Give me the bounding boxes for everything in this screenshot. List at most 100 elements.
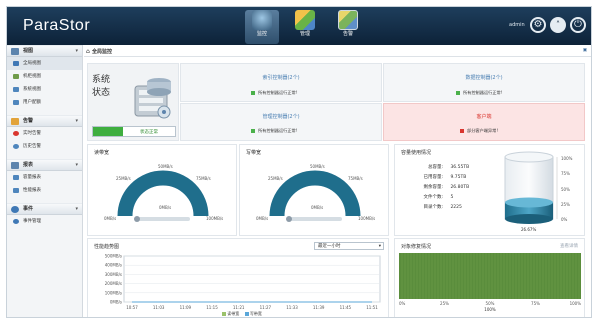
stat-row: 总容量: 36.55TB xyxy=(405,163,483,173)
chevron-up-icon[interactable]: ˄ xyxy=(550,17,566,33)
view-item-icon xyxy=(13,100,19,105)
index-controller-box[interactable]: 索引控制器(2个) 所有控制器运行正常! xyxy=(180,63,382,102)
gauge-arc xyxy=(117,170,209,217)
sidebar-item-label: 历史告警 xyxy=(23,144,41,149)
write-gauge: 0MB/s 25MB/s 50MB/s 75MB/s 100MB/s 0MB/s xyxy=(256,164,375,222)
sidebar-item-cabinet-view[interactable]: 机柜视图 xyxy=(7,70,82,83)
nav-alarm[interactable]: 告警 xyxy=(331,10,365,44)
capacity-stats: 总容量: 36.55TB 已用容量: 9.75TB 剩余容量: 26.80TB … xyxy=(405,163,483,213)
client-box[interactable]: 客户端 部分客户端异常! xyxy=(383,103,585,141)
data-controller-box[interactable]: 数据控制器(2个) 所有控制器运行正常! xyxy=(383,63,585,102)
sidebar-group-label: 事件 xyxy=(23,206,34,212)
system-status-title: 系统 状态 xyxy=(92,74,110,100)
x-tick-label: 50% xyxy=(486,301,495,306)
box-title: 数据控制器(2个) xyxy=(465,75,503,81)
sidebar-group-view[interactable]: 视图 ▾ xyxy=(7,45,82,57)
collapse-icon[interactable]: ▾ xyxy=(75,204,78,215)
stat-key: 总容量: xyxy=(427,165,443,170)
sidebar-group-alarm[interactable]: 告警 ▾ xyxy=(7,115,82,127)
status-bar-fill xyxy=(93,127,123,136)
sidebar-item-event-manage[interactable]: 事件管理 xyxy=(7,215,82,228)
report-item-icon xyxy=(13,175,19,180)
sidebar-item-performance-report[interactable]: 性能报表 xyxy=(7,184,82,197)
cylinder-top xyxy=(504,151,554,163)
sidebar-item-label: 容量报表 xyxy=(23,175,41,180)
view-icon xyxy=(11,48,19,55)
cylinder-tick: 100% xyxy=(561,156,573,161)
cylinder-tick: 0% xyxy=(561,217,568,222)
view-item-icon xyxy=(13,61,19,66)
gauge-tick: 0MB/s xyxy=(256,216,268,221)
x-tick-label: 75% xyxy=(531,301,540,306)
gauge-tick: 75MB/s xyxy=(196,176,211,181)
stat-key: 剩余容量: xyxy=(423,185,443,190)
box-title: 客户端 xyxy=(476,114,492,120)
legend-label: 写带宽 xyxy=(249,311,262,316)
sidebar-group-event[interactable]: 事件 ▾ xyxy=(7,203,82,215)
x-tick-label: 11:27 xyxy=(260,305,272,310)
sidebar-group-label: 报表 xyxy=(23,162,34,168)
gauge-value: 0MB/s xyxy=(159,205,171,210)
sidebar-group-label: 视图 xyxy=(23,48,34,54)
manage-controller-box[interactable]: 管理控制器(2个) 所有控制器运行正常! xyxy=(180,103,382,141)
app-logo: ParaStor xyxy=(23,17,91,34)
y-tick-label: 100MB/s xyxy=(105,290,122,295)
capacity-panel: 容量使用情况 总容量: 36.55TB 已用容量: 9.75TB 剩余容量: 2… xyxy=(394,144,585,236)
sidebar-group-report[interactable]: 报表 ▾ xyxy=(7,159,82,171)
sidebar-item-history-alarm[interactable]: 历史告警 xyxy=(7,140,82,153)
gauge-tick: 75MB/s xyxy=(348,176,363,181)
details-link[interactable]: 查看详情 xyxy=(560,243,578,249)
gauge-arc xyxy=(269,170,361,217)
nav-manage[interactable]: 管理 xyxy=(288,10,322,44)
y-tick-label: 400MB/s xyxy=(105,263,122,268)
x-tick-label: 0% xyxy=(399,301,406,306)
gear-icon[interactable]: ⚙ xyxy=(530,17,546,33)
gauge-tick: 100MB/s xyxy=(206,216,223,221)
sidebar-item-global-view[interactable]: 全局视图 xyxy=(7,57,82,70)
legend-label: 读带宽 xyxy=(227,311,240,316)
cylinder-fill-top xyxy=(505,197,553,208)
y-tick-label: 0MB/s xyxy=(110,300,122,305)
legend-swatch-read xyxy=(222,312,226,316)
stat-value: 5 xyxy=(450,195,454,200)
cylinder-tick: 50% xyxy=(561,187,570,192)
performance-panel: 性能趋势图 最近一小时 ▾ 500MB/s 400MB/s 300MB/s 200MB… xyxy=(87,238,389,317)
read-bandwidth-panel: 读带宽 0MB/s 25MB/s 50MB/s 75MB/s 100MB/s 0… xyxy=(87,144,237,236)
collapse-icon[interactable]: ▾ xyxy=(75,46,78,57)
collapse-icon[interactable]: ▾ xyxy=(75,160,78,171)
stat-value: 26.80TB xyxy=(450,185,470,190)
stat-row: 文件个数: 5 xyxy=(405,193,483,203)
sidebar-item-system-view[interactable]: 系统视图 xyxy=(7,83,82,96)
settings-link[interactable]: ▣ xyxy=(583,48,587,53)
repair-chart: 0% 25% 50% 75% 100% 100% xyxy=(399,253,581,312)
y-tick-label: 500MB/s xyxy=(105,254,122,259)
collapse-icon[interactable]: ▾ xyxy=(75,116,78,127)
sidebar-item-realtime-alarm[interactable]: 实时告警 xyxy=(7,127,82,140)
alarm-icon xyxy=(338,10,358,30)
nav-monitor[interactable]: 监控 xyxy=(245,10,279,44)
x-tick-label: 11:03 xyxy=(153,305,165,310)
sidebar-item-quota[interactable]: 用户配额 xyxy=(7,96,82,109)
time-range-select[interactable]: 最近一小时 ▾ xyxy=(314,242,384,250)
y-tick-label: 300MB/s xyxy=(105,272,122,277)
stat-key: 文件个数: xyxy=(423,195,443,200)
stat-value: 2225 xyxy=(450,205,462,210)
legend-swatch-write xyxy=(244,312,249,316)
storage-server-icon xyxy=(134,78,171,119)
gauge-tick: 50MB/s xyxy=(158,164,173,169)
current-user[interactable]: admin xyxy=(509,22,525,28)
y-tick-label: 200MB/s xyxy=(105,281,122,286)
panel-title: 对象修复情况 xyxy=(401,244,432,250)
status-bar: 状态正常 xyxy=(92,126,176,137)
sidebar-item-label: 事件管理 xyxy=(23,219,41,224)
write-bandwidth-panel: 写带宽 0MB/s 25MB/s 50MB/s 75MB/s 100MB/s 0… xyxy=(239,144,389,236)
gauge-slider-track xyxy=(288,217,342,221)
gauge-slider-track xyxy=(136,217,190,221)
x-tick-label: 11:33 xyxy=(286,305,298,310)
sidebar-item-capacity-report[interactable]: 容量报表 xyxy=(7,171,82,184)
chevron-down-icon: ▾ xyxy=(378,244,381,249)
monitor-icon xyxy=(252,10,272,30)
view-item-icon xyxy=(13,87,19,92)
capacity-percent: 26.67% xyxy=(521,227,536,232)
power-icon[interactable]: ⏻ xyxy=(570,17,586,33)
